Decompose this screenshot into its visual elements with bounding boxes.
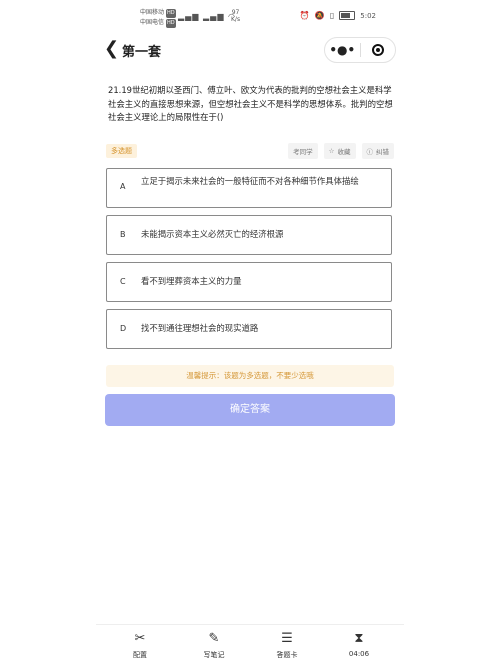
ask-label: 考同学 (293, 148, 313, 156)
option-text: 立足于揭示未来社会的一般特征而不对各种细节作具体描绘 (141, 176, 359, 186)
page-title: 第一套 (122, 45, 162, 60)
option-text: 找不到通往理想社会的现实道路 (141, 323, 259, 333)
tab-label: 答题卡 (276, 651, 298, 659)
option-a[interactable]: A 立足于揭示未来社会的一般特征而不对各种细节作具体描绘 (106, 168, 392, 208)
carrier-1: 中国移动 (140, 9, 165, 16)
network-speed-value: 97 (231, 9, 240, 16)
status-bar: 中国移动 HD 中国电信 HD ▂▄▆ ▂▄▆ ◠ 97 K/s ⏰ 🔕 ▯ 5:0… (96, 6, 404, 28)
hourglass-icon: ⧗ (354, 631, 364, 646)
tab-timer[interactable]: ⧗ 04:06 (339, 631, 379, 658)
hd-badge: HD (166, 19, 176, 28)
more-dots-icon[interactable]: •●• (325, 43, 360, 57)
tab-label: 写笔记 (203, 651, 225, 659)
multi-select-hint: 温馨提示：该题为多选题，不要少选哦 (106, 365, 394, 387)
signal-wifi-icons: ▂▄▆ ▂▄▆ ◠ (178, 12, 236, 21)
signal-icon: ▂▄▆ (178, 12, 200, 21)
tools-icon: ✂ (134, 631, 146, 646)
battery-icon (339, 11, 356, 20)
nav-bar: ❮ 第一套 •●• (96, 36, 404, 64)
list-icon: ☰ (281, 631, 293, 646)
option-letter: B (120, 230, 126, 239)
status-time: 5:02 (360, 11, 376, 20)
confirm-answer-button[interactable]: 确定答案 (105, 394, 395, 426)
favorite-button[interactable]: ☆ 收藏 (323, 143, 356, 159)
ask-classmate-button[interactable]: 考同学 (288, 143, 318, 159)
question-type-tag: 多选题 (106, 144, 137, 158)
option-letter: A (120, 182, 126, 191)
carrier-2: 中国电信 (140, 19, 165, 26)
question-text: 21.19世纪初期以圣西门、傅立叶、欧文为代表的批判的空想社会主义是科学社会主义… (108, 85, 393, 122)
option-letter: D (120, 324, 127, 333)
option-text: 未能揭示资本主义必然灭亡的经济根源 (141, 229, 284, 239)
hd-badge: HD (166, 9, 176, 18)
option-letter: C (120, 277, 126, 286)
tab-label: 配置 (133, 651, 147, 659)
tab-settings[interactable]: ✂ 配置 (120, 631, 160, 660)
tab-notes[interactable]: ✎ 写笔记 (194, 631, 234, 660)
favorite-label: 收藏 (337, 148, 351, 156)
network-speed-unit: K/s (231, 16, 241, 23)
report-error-button[interactable]: ⓘ 纠错 (361, 143, 394, 159)
signal-icon: ▂▄▆ (203, 12, 225, 21)
option-text: 看不到埋葬资本主义的力量 (141, 276, 242, 286)
star-icon: ☆ (328, 147, 335, 155)
phone-screen: 中国移动 HD 中国电信 HD ▂▄▆ ▂▄▆ ◠ 97 K/s ⏰ 🔕 ▯ 5:0… (96, 0, 404, 666)
mini-program-capsule: •●• (324, 37, 396, 63)
network-speed: 97 K/s (231, 9, 240, 23)
question-meta-row: 多选题 考同学 ☆ 收藏 ⓘ 纠错 (106, 143, 394, 159)
status-right: ⏰ 🔕 ▯ 5:02 (300, 11, 376, 20)
note-edit-icon: ✎ (208, 631, 220, 646)
bottom-tab-bar: ✂ 配置 ✎ 写笔记 ☰ 答题卡 ⧗ 04:06 (96, 624, 404, 667)
report-label: 纠错 (376, 148, 389, 156)
carrier-info: 中国移动 HD 中国电信 HD (140, 8, 176, 28)
close-target-icon[interactable] (361, 44, 396, 56)
question-actions: 考同学 ☆ 收藏 ⓘ 纠错 (288, 143, 394, 159)
option-c[interactable]: C 看不到埋葬资本主义的力量 (106, 262, 392, 302)
back-arrow-icon[interactable]: ❮ (104, 38, 119, 59)
mute-icon: 🔕 (314, 11, 325, 20)
timer-value: 04:06 (348, 650, 370, 658)
option-b[interactable]: B 未能揭示资本主义必然灭亡的经济根源 (106, 215, 392, 255)
vibrate-icon: ▯ (329, 11, 335, 20)
alarm-icon: ⏰ (299, 11, 310, 20)
tab-answer-card[interactable]: ☰ 答题卡 (267, 631, 307, 660)
alert-icon: ⓘ (366, 148, 374, 156)
option-d[interactable]: D 找不到通往理想社会的现实道路 (106, 309, 392, 349)
